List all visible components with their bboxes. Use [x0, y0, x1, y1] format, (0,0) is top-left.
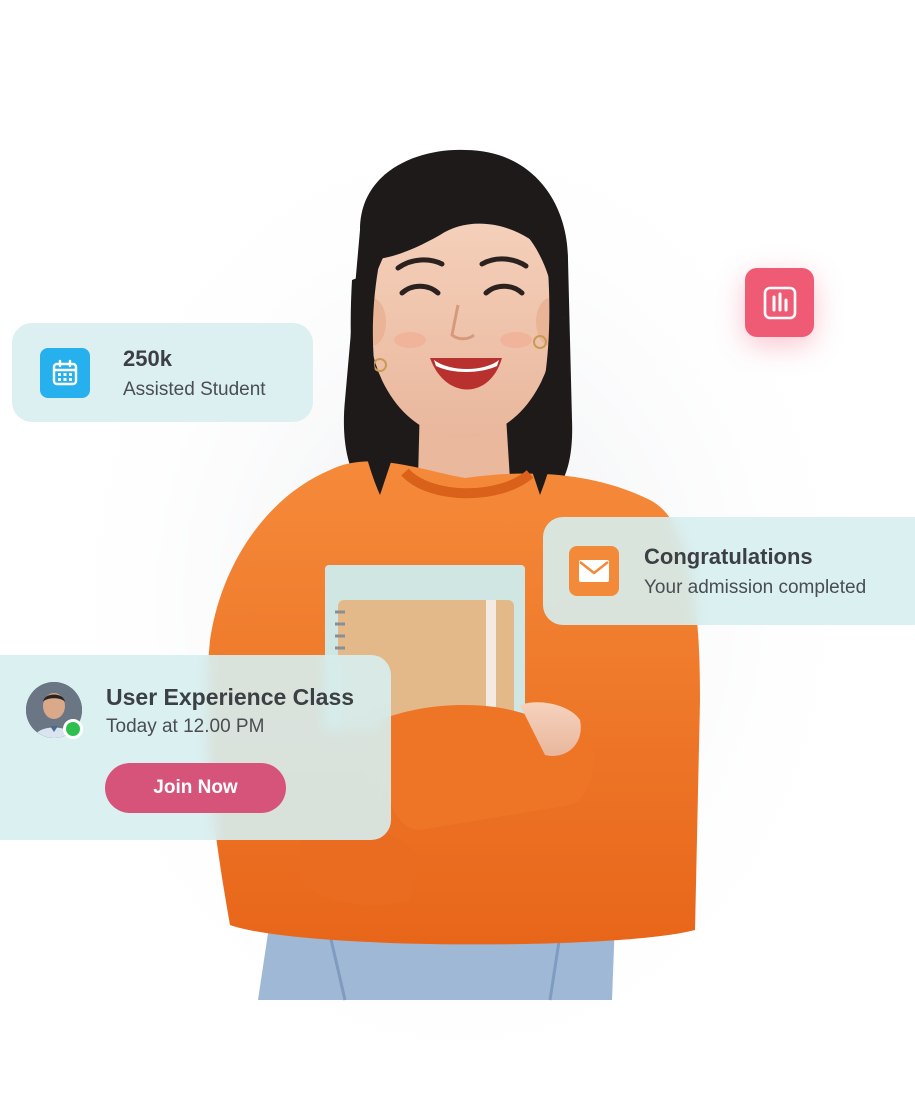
assisted-students-card: 250k Assisted Student: [12, 323, 313, 422]
calendar-icon: [40, 348, 90, 398]
class-time: Today at 12.00 PM: [106, 716, 265, 737]
stat-label: Assisted Student: [123, 379, 266, 400]
online-status-indicator: [63, 719, 83, 739]
admission-title: Congratulations: [644, 544, 813, 569]
mail-icon: [569, 546, 619, 596]
bar-chart-icon: [745, 268, 814, 337]
admission-subtitle: Your admission completed: [644, 577, 867, 598]
class-title: User Experience Class: [106, 684, 355, 710]
admission-notification-card: Congratulations Your admission completed: [543, 517, 915, 625]
class-invite-card: User Experience Class Today at 12.00 PM …: [0, 655, 391, 840]
join-now-button[interactable]: Join Now: [105, 763, 286, 813]
stat-value: 250k: [123, 346, 172, 371]
